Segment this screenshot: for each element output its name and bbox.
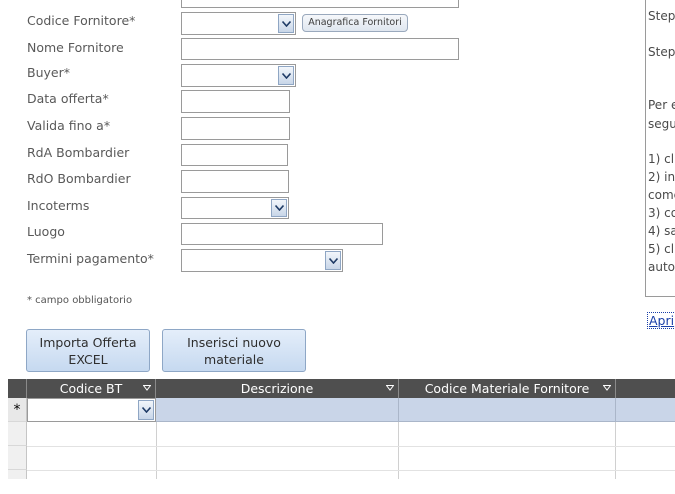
label-rdo-bombardier: RdO Bombardier — [27, 171, 131, 186]
instruction-line: 4) sa — [648, 224, 675, 238]
instruction-line: Per e — [648, 98, 675, 112]
select-all-corner[interactable] — [8, 379, 27, 398]
column-header-extra[interactable] — [616, 379, 675, 398]
grid-header: Codice BT Descrizione Codice Materiale F… — [8, 379, 675, 398]
label-luogo: Luogo — [27, 224, 65, 239]
grid-line — [27, 446, 675, 447]
label-incoterms: Incoterms — [27, 198, 90, 213]
column-header-codice-materiale-fornitore[interactable]: Codice Materiale Fornitore — [399, 379, 616, 398]
top-partial-textbox[interactable] — [181, 0, 459, 8]
filter-dropdown-icon[interactable] — [603, 385, 611, 391]
apri-link[interactable]: Apri — [647, 312, 675, 329]
instruction-line: 1) cli — [648, 152, 675, 166]
label-rda-bombardier: RdA Bombardier — [27, 145, 130, 160]
grid-line — [27, 470, 675, 471]
instruction-line: Step — [648, 45, 675, 59]
anagrafica-fornitori-button[interactable]: Anagrafica Fornitori — [302, 14, 408, 32]
new-record-row[interactable]: * — [8, 398, 675, 422]
instruction-line: segu — [648, 117, 675, 131]
valida-fino-a-field[interactable] — [181, 117, 290, 140]
column-header-label: Codice Materiale Fornitore — [424, 381, 590, 396]
column-header-label: Descrizione — [240, 381, 314, 396]
empty-row — [8, 446, 675, 470]
label-valida-fino-a: Valida fino a* — [27, 118, 111, 133]
chevron-down-icon[interactable] — [271, 199, 287, 217]
nome-fornitore-field[interactable] — [181, 38, 459, 60]
empty-row — [8, 422, 675, 446]
instructions-panel: Step Step Per e segu 1) cli 2) ins comc … — [645, 0, 675, 297]
record-selector[interactable] — [8, 470, 27, 479]
label-data-offerta: Data offerta* — [27, 91, 109, 106]
buyer-dropdown[interactable] — [181, 64, 296, 87]
filter-dropdown-icon[interactable] — [386, 385, 394, 391]
importa-offerta-excel-button[interactable]: Importa Offerta EXCEL — [26, 329, 150, 372]
record-selector[interactable] — [8, 446, 27, 470]
instruction-line: comc — [648, 188, 675, 202]
termini-pagamento-dropdown[interactable] — [181, 249, 343, 272]
column-header-label: Codice BT — [59, 381, 123, 396]
rda-bombardier-field[interactable] — [181, 144, 288, 166]
empty-row — [8, 470, 675, 494]
label-buyer: Buyer* — [27, 65, 70, 80]
record-selector[interactable] — [8, 422, 27, 446]
instruction-line: 2) ins — [648, 170, 675, 184]
record-selector-new[interactable]: * — [8, 398, 27, 422]
required-note: * campo obbligatorio — [27, 295, 133, 306]
codice-bt-cell-dropdown[interactable] — [27, 398, 156, 422]
chevron-down-icon[interactable] — [325, 251, 341, 270]
instruction-line: 5) cli — [648, 242, 675, 256]
rdo-bombardier-field[interactable] — [181, 170, 289, 193]
label-nome-fornitore: Nome Fornitore — [27, 40, 124, 55]
label-codice-fornitore: Codice Fornitore* — [27, 13, 136, 28]
inserisci-nuovo-materiale-button[interactable]: Inserisci nuovo materiale — [162, 329, 306, 372]
label-termini-pagamento: Termini pagamento* — [27, 251, 154, 266]
instruction-line: auto — [648, 260, 675, 274]
luogo-field[interactable] — [181, 223, 383, 245]
filter-dropdown-icon[interactable] — [143, 385, 151, 391]
column-header-descrizione[interactable]: Descrizione — [156, 379, 399, 398]
codice-fornitore-dropdown[interactable] — [181, 12, 296, 35]
chevron-down-icon[interactable] — [278, 66, 294, 85]
instruction-line: Step — [648, 9, 675, 23]
chevron-down-icon[interactable] — [278, 14, 294, 33]
column-header-codice-bt[interactable]: Codice BT — [27, 379, 156, 398]
instruction-line: 3) co — [648, 206, 675, 220]
incoterms-dropdown[interactable] — [181, 197, 289, 219]
data-offerta-field[interactable] — [181, 90, 290, 113]
chevron-down-icon[interactable] — [138, 400, 154, 420]
